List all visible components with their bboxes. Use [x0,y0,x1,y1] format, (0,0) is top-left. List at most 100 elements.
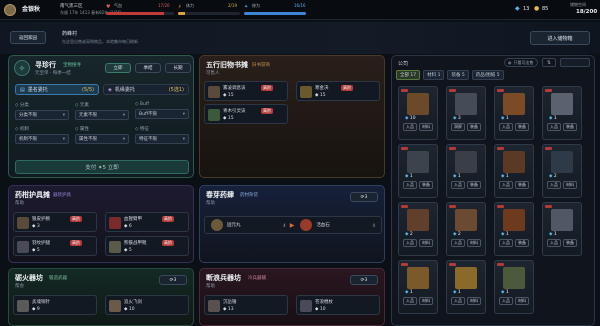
spirit-stone-icon: ◆ [501,232,505,237]
storage-card[interactable]: ◆ 1 入品 材料 [494,260,534,314]
card-tag: 材料 [419,297,433,305]
forge-item-0[interactable]: 炙魂铜针 ◆ 9 [13,295,97,315]
card-tag: 装备 [563,239,577,247]
tab-immediate[interactable]: 立即 [105,63,131,73]
herb-shop-subtitle: 帮助 [206,201,215,206]
item-name: 狼皮护腕 [32,217,50,222]
card-count: ◆ 1 [405,290,413,295]
spirit-stone-icon: ◆ [453,174,457,179]
storage-card[interactable]: ◆ 2 入品 材料 [398,202,438,256]
card-tags: 入品 材料 [403,239,433,247]
bookstall-item-2[interactable]: 寒金决 高阶 ◆ 15 [296,81,380,101]
avatar[interactable] [4,4,16,16]
refresh-button[interactable]: ⟳ 3 [350,192,378,202]
storage-card[interactable]: ◆ 1 入品 装备 [494,86,534,140]
card-count-value: 1 [553,232,557,237]
card-tag: 入品 [547,123,561,131]
spirit-stone-icon: ◆ [549,116,553,121]
armor-item-0[interactable]: 狼皮护腕 高阶 ◆ 3 [13,212,97,232]
armor-item-3[interactable]: 熊骸战甲靴 高阶 ◆ 5 [105,236,189,256]
card-tags: 入品 材料 [451,297,481,305]
pay-button[interactable]: 支付 ✦5 立即 [15,160,189,174]
refresh-count: 3 [173,277,177,283]
tab-season[interactable]: 季结 [135,63,161,73]
forge-item-1[interactable]: 追火飞剑 ◆ 10 [105,295,189,315]
new-badge [545,89,552,92]
armor-item-2[interactable]: 羽纹护腿 高阶 ◆ 5 [13,236,97,256]
storage-card[interactable]: ◆ 1 入品 材料 [446,260,486,314]
storage-card[interactable]: ◆ 1 入品 装备 [398,144,438,198]
card-count: ◆ 1 [501,290,509,295]
storage-tab-1[interactable]: 材料 1 [423,70,445,80]
item-icon [551,93,573,115]
herb-trade-row[interactable]: 固元丸 4 ▶ 活血石 4 [204,216,382,234]
herb-shop-panel: 春芽药肆 药材杂货 帮助 ⟳ 3 固元丸 4 ▶ 活血石 4 [199,185,385,263]
storage-tab-2[interactable]: 装备 5 [447,70,469,80]
armory-item-1[interactable]: 苍浪棍杖 ◆ 10 [296,295,380,315]
item-count: ◆ 5 [124,248,132,253]
storage-card[interactable]: ◆ 1 入品 材料 [398,260,438,314]
armory-item-0[interactable]: 沉岳锤 ◆ 13 [204,295,288,315]
enter-storage-button[interactable]: 进入储物箱 [530,31,590,45]
bookstall-item-1[interactable]: 青木引灵诀 高阶 ◆ 15 [204,104,288,124]
card-tag: 材料 [467,297,481,305]
storage-card[interactable]: ◆ 1 入品 装备 [542,86,582,140]
filter-select[interactable]: 属性不限 ▾ [75,134,129,144]
storage-search-input[interactable] [560,58,590,67]
filter-select[interactable]: 元素不限 ▾ [75,110,129,120]
hammer-icon [208,300,220,312]
storage-card[interactable]: ◆ 3 洞察 装备 [446,86,486,140]
card-count-value: 1 [505,116,509,121]
mode-a-label: 墨名委托 [27,87,48,93]
mode-fortune-commission[interactable]: ◈ 机缘委托 (5选1) [103,84,189,95]
refresh-button[interactable]: ⟳ 3 [159,275,187,285]
card-tags: 入品 装备 [499,239,529,247]
bookstall-item-0[interactable]: 雾凌调息诀 高阶 ◆ 15 [204,81,288,101]
tab-long[interactable]: 长期 [165,63,191,73]
card-count-value: 1 [409,174,413,179]
filter-value: Buff不限 [139,112,158,117]
storage-tab-0[interactable]: 全部 17 [396,70,421,80]
filter-5: ◇ 特征 特征不限 ▾ [135,126,189,144]
storage-title: 公司 [398,61,409,67]
filter-select[interactable]: 机制不限 ▾ [15,134,69,144]
storage-card[interactable]: ◆ 1 入品 装备 [494,144,534,198]
storage-tab-3[interactable]: 药品/图纸 5 [471,70,504,80]
storage-card[interactable]: ◆ 10 入品 材料 [398,86,438,140]
storage-card[interactable]: ◆ 1 入品 装备 [542,202,582,256]
location-name: 药峰村 [62,31,78,37]
bag-value: 18/200 [576,9,598,15]
back-home-button[interactable]: 返回家园 [10,31,46,44]
card-count: ◆ 2 [453,232,461,237]
new-badge [401,147,408,150]
card-tags: 入品 材料 [499,297,529,305]
card-count-value: 1 [553,116,557,121]
mode-named-commission[interactable]: ▤ 墨名委托 (5/5) [15,84,99,95]
card-tags: 洞察 装备 [451,123,481,131]
storage-card[interactable]: ◆ 1 入品 装备 [446,144,486,198]
star-icon: ✦ [244,4,249,10]
sellable-toggle[interactable]: ● 只看可出售 [504,58,538,67]
item-badge: 高阶 [261,108,273,114]
region-name: 南气黑三区 [60,4,83,9]
filter-select[interactable]: 特征不限 ▾ [135,134,189,144]
heart-icon: ♥ [106,4,111,10]
refresh-button[interactable]: ⟳ 3 [350,275,378,285]
card-tag: 洞察 [451,123,465,131]
storage-card[interactable]: ◆ 1 入品 装备 [494,202,534,256]
card-tag: 装备 [563,123,577,131]
storage-card[interactable]: ◆ 2 入品 材料 [542,144,582,198]
tab-immediate-label: 立即 [113,66,123,71]
item-name: 苍浪棍杖 [315,300,333,305]
storage-card[interactable]: ◆ 2 入品 材料 [446,202,486,256]
card-tag: 装备 [467,123,481,131]
filter-select[interactable]: 分类不限 ▾ [15,110,69,120]
exp-value: 16/16 [294,3,306,8]
filter-label: ◇ 机制 [15,126,69,132]
mode-b-count: (5选1) [168,87,184,93]
sort-icon[interactable]: ⇅ [542,58,556,67]
filter-label: ◇ 元素 [75,102,129,108]
item-count: ◆ 15 [223,116,234,121]
filter-select[interactable]: Buff不限 ▾ [135,109,189,119]
armor-item-1[interactable]: 血猩臂甲 高阶 ◆ 6 [105,212,189,232]
